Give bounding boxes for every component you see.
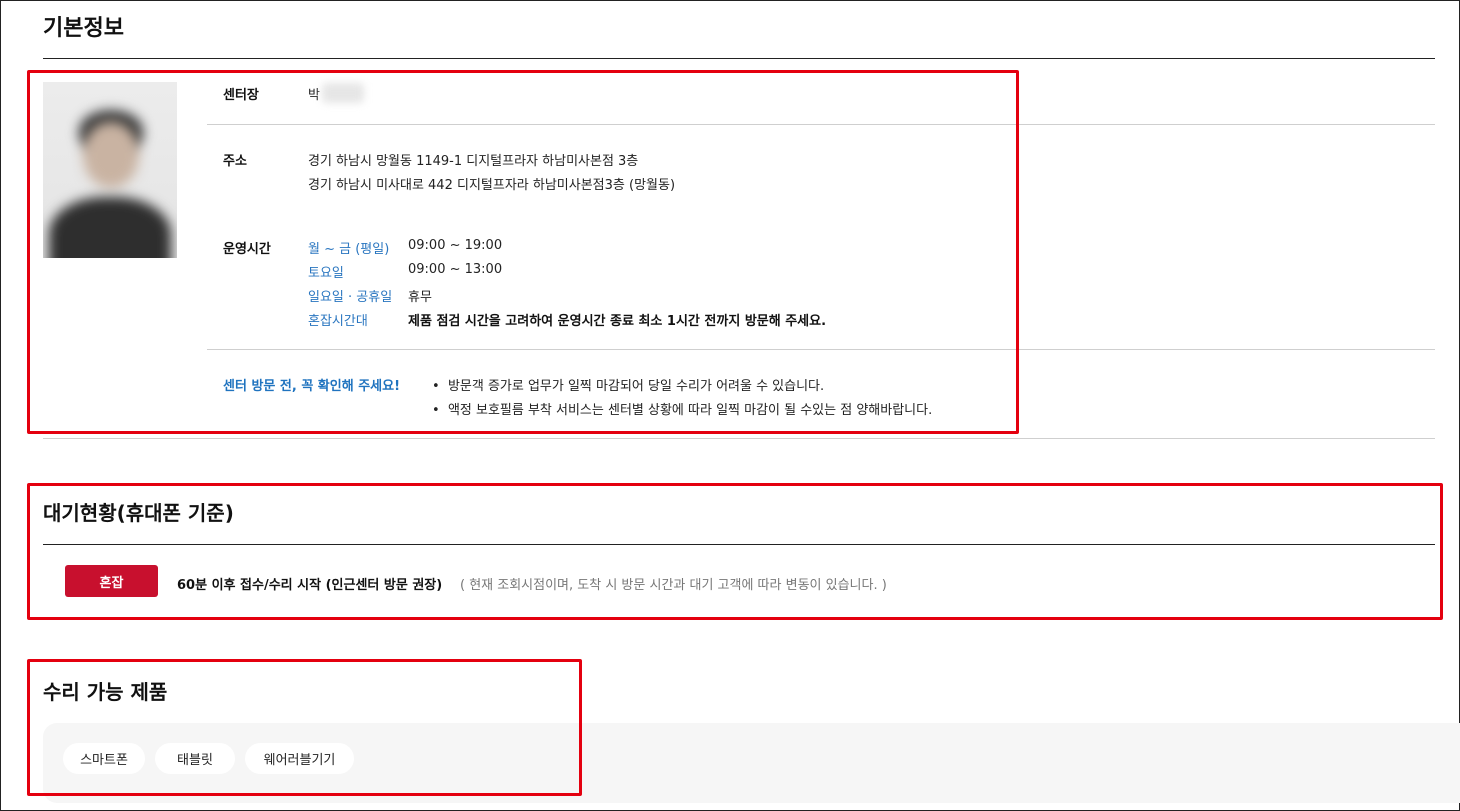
highlight-box-products	[27, 659, 582, 796]
basic-info-bottom-divider	[43, 438, 1435, 439]
highlight-box-waiting	[27, 483, 1443, 620]
highlight-box-basic-info	[27, 70, 1019, 434]
basic-info-divider	[43, 58, 1435, 59]
basic-info-title: 기본정보	[43, 16, 124, 41]
